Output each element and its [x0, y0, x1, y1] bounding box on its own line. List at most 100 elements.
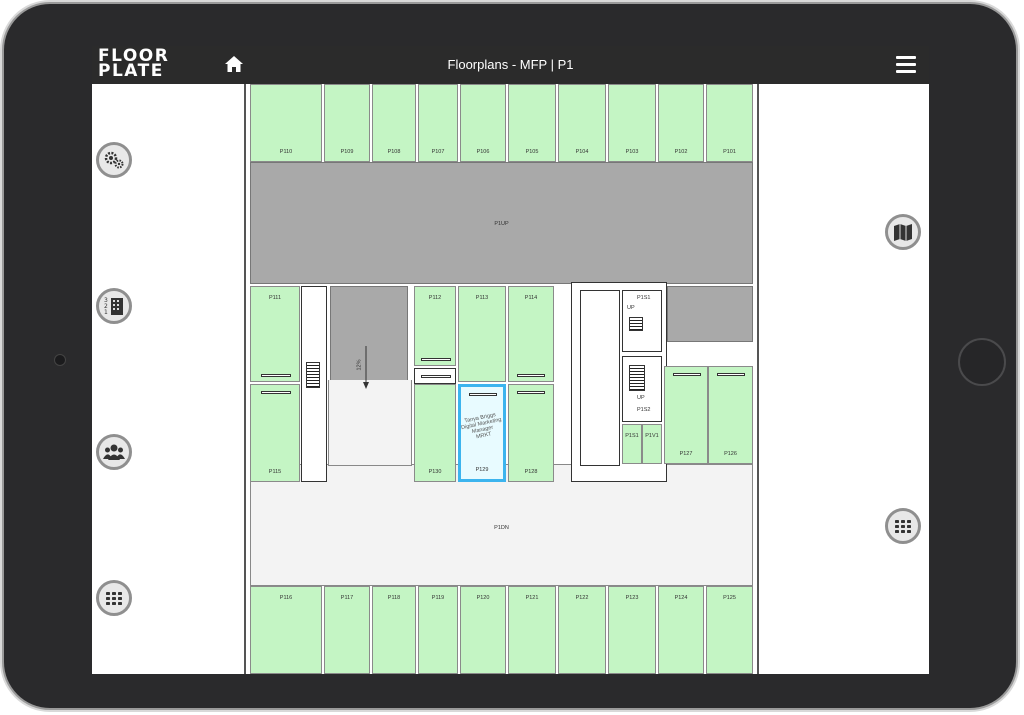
room-label: P101 — [723, 149, 736, 155]
lower-corridor[interactable]: P1DN — [250, 464, 753, 586]
desk — [673, 373, 701, 376]
room-p123[interactable]: P123 — [608, 586, 656, 674]
room-p129-selected[interactable]: Tanya Briggs Digital Marketing Manager MRK… — [458, 384, 506, 482]
room-label: P113 — [475, 295, 489, 301]
room-p126[interactable]: P126 — [708, 366, 753, 464]
room-p112[interactable]: P112 — [414, 286, 456, 366]
grid-button-right[interactable] — [885, 508, 921, 544]
room-label: P120 — [476, 595, 490, 601]
room-p130[interactable]: P130 — [414, 384, 456, 482]
desk-block — [414, 368, 456, 384]
room-p116[interactable]: P116 — [250, 586, 322, 674]
room-label: P122 — [575, 595, 589, 601]
top-bar: FLOOR PLATE Floorplans - MFP | P1 — [92, 46, 929, 84]
room-p110[interactable]: P110 — [250, 84, 322, 162]
grid-button-left[interactable] — [96, 580, 132, 616]
grid-icon — [106, 592, 122, 605]
desk — [421, 358, 451, 361]
room-label: P127 — [679, 451, 693, 457]
desk — [261, 391, 291, 394]
map-button[interactable] — [885, 214, 921, 250]
room-p117[interactable]: P117 — [324, 586, 370, 674]
room-label: P123 — [625, 595, 639, 601]
room-p103[interactable]: P103 — [608, 84, 656, 162]
room-label: P116 — [279, 595, 293, 601]
lower-corridor-label: P1DN — [494, 525, 509, 531]
room-p108[interactable]: P108 — [372, 84, 416, 162]
room-p124[interactable]: P124 — [658, 586, 704, 674]
lower-corridor-notch — [328, 380, 412, 466]
ramp-arrow-icon — [363, 346, 369, 389]
room-label: P110 — [279, 149, 293, 155]
room-p1v1[interactable]: P1V1 — [642, 424, 662, 464]
room-p121[interactable]: P121 — [508, 586, 556, 674]
room-p111[interactable]: P111 — [250, 286, 300, 382]
grid-icon — [895, 520, 911, 533]
room-p119[interactable]: P119 — [418, 586, 458, 674]
room-p120[interactable]: P120 — [460, 586, 506, 674]
room-p1s1-small[interactable]: P1S1 — [622, 424, 642, 464]
home-icon[interactable] — [224, 55, 244, 73]
room-p106[interactable]: P106 — [460, 84, 506, 162]
svg-text:1: 1 — [104, 309, 108, 316]
room-label: P118 — [387, 595, 401, 601]
room-label: P112 — [428, 295, 442, 301]
stairs-p1s1 — [629, 317, 643, 331]
room-p109[interactable]: P109 — [324, 84, 370, 162]
hamburger-menu-icon[interactable] — [896, 56, 916, 74]
room-p125[interactable]: P125 — [706, 586, 753, 674]
desk — [261, 374, 291, 377]
room-label: P130 — [428, 469, 442, 475]
room-p115[interactable]: P115 — [250, 384, 300, 482]
stair-p1s1[interactable]: P1S1 UP — [622, 290, 662, 352]
room-label: P108 — [387, 149, 401, 155]
room-label: P107 — [431, 149, 445, 155]
lift-shaft — [580, 290, 620, 466]
settings-gears-button[interactable] — [96, 142, 132, 178]
device-home-button[interactable] — [958, 338, 1006, 386]
room-p107[interactable]: P107 — [418, 84, 458, 162]
room-label: P106 — [476, 149, 490, 155]
room-p104[interactable]: P104 — [558, 84, 606, 162]
room-p128[interactable]: P128 — [508, 384, 554, 482]
room-label: P102 — [674, 149, 688, 155]
room-p127[interactable]: P127 — [664, 366, 708, 464]
app-logo[interactable]: FLOOR PLATE — [98, 48, 210, 83]
grey-zone-mid-right — [667, 286, 753, 342]
room-p101[interactable]: P101 — [706, 84, 753, 162]
upper-corridor[interactable]: P1UP — [250, 162, 753, 284]
room-label: P117 — [340, 595, 354, 601]
desk — [717, 373, 745, 376]
room-label: P126 — [724, 451, 737, 457]
stairs-p1s2 — [629, 365, 645, 391]
stair-p1s2-label: P1S2 — [637, 407, 651, 413]
map-icon — [894, 224, 912, 241]
room-p113[interactable]: P113 — [458, 286, 506, 382]
room-label: P105 — [525, 149, 539, 155]
room-label: P109 — [340, 149, 354, 155]
floors-button[interactable]: 321 — [96, 288, 132, 324]
room-p102[interactable]: P102 — [658, 84, 704, 162]
people-group-icon — [103, 444, 125, 460]
room-p122[interactable]: P122 — [558, 586, 606, 674]
room-p114[interactable]: P114 — [508, 286, 554, 382]
desk — [469, 393, 497, 396]
room-p118[interactable]: P118 — [372, 586, 416, 674]
camera — [54, 354, 66, 366]
room-label: P129 — [475, 467, 489, 473]
upper-corridor-label: P1UP — [494, 221, 509, 227]
room-label: P119 — [431, 595, 445, 601]
gears-icon — [104, 151, 124, 169]
room-label: P114 — [524, 295, 538, 301]
occupant-info: Tanya Briggs Digital Marketing Manager MRK… — [459, 411, 505, 443]
desk — [517, 391, 545, 394]
room-label: P111 — [268, 295, 282, 301]
stair-p1s2[interactable]: UP P1S2 — [622, 356, 662, 422]
people-button[interactable] — [96, 434, 132, 470]
room-label: P103 — [625, 149, 639, 155]
room-label: P115 — [268, 469, 282, 475]
app-screen: FLOOR PLATE Floorplans - MFP | P1 321 P1… — [92, 46, 929, 674]
room-p105[interactable]: P105 — [508, 84, 556, 162]
room-label: P104 — [575, 149, 589, 155]
desk — [517, 374, 545, 377]
